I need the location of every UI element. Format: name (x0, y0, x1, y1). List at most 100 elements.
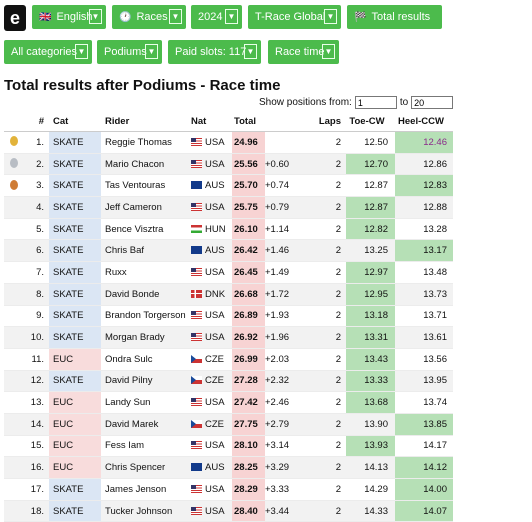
rider-cell[interactable]: Brandon Torgerson (101, 305, 191, 328)
nation-cell: USA (191, 153, 232, 176)
table-row[interactable]: 1. SKATE Reggie Thomas USA 24.96 2 12.50 12.46 (4, 131, 453, 154)
nation-cell: CZE (191, 370, 232, 393)
nation-cell: AUS (191, 174, 232, 198)
rider-cell[interactable]: Ruxx (101, 261, 191, 284)
races-select[interactable]: 🕐 Races ▼ (112, 5, 186, 29)
rider-cell[interactable]: Morgan Brady (101, 326, 191, 349)
series-select[interactable]: T-Race Global ▼ (248, 5, 341, 29)
table-row[interactable]: 2. SKATE Mario Chacon USA 25.56 +0.60 2 12.70 12… (4, 153, 453, 176)
paid-slots-select[interactable]: Paid slots: 117 ▼ (168, 40, 261, 64)
flag-icon (191, 181, 202, 190)
table-row[interactable]: 4. SKATE Jeff Cameron USA 25.75 +0.79 2 12.87 12… (4, 196, 453, 219)
rider-header[interactable]: Rider (101, 111, 191, 132)
view-select[interactable]: 🏁 Total results (347, 5, 442, 29)
table-row[interactable]: 14. EUC David Marek CZE 27.75 +2.79 2 13.90 13.8… (4, 413, 453, 436)
diff-cell: +3.44 (265, 500, 302, 522)
nation-code: AUS (205, 245, 225, 257)
table-row[interactable]: 16. EUC Chris Spencer AUS 28.25 +3.29 2 14.13 14… (4, 456, 453, 479)
year-select[interactable]: 2024 ▼ (191, 5, 242, 29)
flag-icon (191, 419, 202, 428)
table-row[interactable]: 6. SKATE Chris Baf AUS 26.42 +1.46 2 13.25 13.17 (4, 239, 453, 263)
rider-cell[interactable]: Landy Sun (101, 391, 191, 414)
position-to-input[interactable] (411, 96, 454, 109)
position-range: Show positions from: to (259, 96, 456, 109)
category-cell: SKATE (49, 500, 101, 522)
rider-cell[interactable]: Ondra Sulc (101, 348, 191, 371)
rider-cell[interactable]: James Jenson (101, 478, 191, 501)
toe-time-cell: 14.13 (346, 456, 395, 479)
laps-cell: 2 (302, 131, 346, 154)
laps-cell: 2 (302, 305, 346, 328)
rank-cell: 6. (23, 239, 49, 263)
rider-cell[interactable]: Tucker Johnson (101, 500, 191, 522)
rider-cell[interactable]: Chris Spencer (101, 456, 191, 479)
total-cell: 24.96 (232, 131, 265, 154)
mode-select[interactable]: Race time ▼ (268, 40, 339, 64)
table-row[interactable]: 17. SKATE James Jenson USA 28.29 +3.33 2 14.29 1… (4, 478, 453, 501)
table-row[interactable]: 13. EUC Landy Sun USA 27.42 +2.46 2 13.68 13.74 (4, 391, 453, 414)
table-row[interactable]: 18. SKATE Tucker Johnson USA 28.40 +3.44 2 14.3… (4, 500, 453, 522)
rider-cell[interactable]: Fess Iam (101, 435, 191, 458)
table-row[interactable]: 3. SKATE Tas Ventouras AUS 25.70 +0.74 2 12.87 1… (4, 174, 453, 198)
heel-time-cell: 14.17 (395, 435, 453, 458)
rider-cell[interactable]: Bence Visztra (101, 218, 191, 241)
rider-cell[interactable]: Reggie Thomas (101, 131, 191, 154)
toe-header[interactable]: Toe-CW (346, 111, 395, 132)
total-cell: 26.68 (232, 283, 265, 306)
rank-header[interactable]: # (23, 111, 49, 132)
toe-time-cell: 12.70 (346, 153, 395, 176)
table-row[interactable]: 12. SKATE David Pilny CZE 27.28 +2.32 2 13.33 13… (4, 370, 453, 393)
races-label: Races (136, 11, 168, 23)
diff-cell: +1.93 (265, 305, 302, 328)
total-header[interactable]: Total (232, 111, 265, 132)
year-label: 2024 (198, 11, 223, 23)
rank-cell: 11. (23, 348, 49, 371)
position-from-input[interactable] (354, 96, 397, 109)
heel-header[interactable]: Heel-CCW (395, 111, 453, 132)
nation-code: USA (205, 332, 225, 344)
category-select[interactable]: All categories ▼ (4, 40, 92, 64)
diff-cell: +2.79 (265, 413, 302, 436)
medal-header (4, 111, 23, 132)
rider-cell[interactable]: David Bonde (101, 283, 191, 306)
diff-cell: +0.60 (265, 153, 302, 176)
toe-time-cell: 14.33 (346, 500, 395, 522)
table-row[interactable]: 15. EUC Fess Iam USA 28.10 +3.14 2 13.93 14.17 (4, 435, 453, 458)
rider-cell[interactable]: Mario Chacon (101, 153, 191, 176)
table-row[interactable]: 10. SKATE Morgan Brady USA 26.92 +1.96 2 13.31 1… (4, 326, 453, 349)
rider-cell[interactable]: Chris Baf (101, 239, 191, 263)
category-cell: SKATE (49, 153, 101, 176)
nation-code: AUS (205, 462, 225, 474)
category-cell: SKATE (49, 370, 101, 393)
toe-time-cell: 13.25 (346, 239, 395, 263)
nation-cell: USA (191, 435, 232, 458)
table-row[interactable]: 9. SKATE Brandon Torgerson USA 26.89 +1.93 2 13… (4, 305, 453, 328)
flag-icon (191, 224, 202, 233)
cat-header[interactable]: Cat (49, 111, 101, 132)
nat-header[interactable]: Nat (191, 111, 232, 132)
language-select[interactable]: 🇬🇧 English ▼ (32, 5, 106, 29)
table-row[interactable]: 11. EUC Ondra Sulc CZE 26.99 +2.03 2 13.43 13.56 (4, 348, 453, 371)
rider-cell[interactable]: David Pilny (101, 370, 191, 393)
table-row[interactable]: 8. SKATE David Bonde DNK 26.68 +1.72 2 12.95 13.… (4, 283, 453, 306)
medal-cell (4, 283, 23, 306)
table-row[interactable]: 7. SKATE Ruxx USA 26.45 +1.49 2 12.97 13.48 (4, 261, 453, 284)
table-row[interactable]: 5. SKATE Bence Visztra HUN 26.10 +1.14 2 12.82 1… (4, 218, 453, 241)
total-cell: 27.75 (232, 413, 265, 436)
total-cell: 28.25 (232, 456, 265, 479)
rider-cell[interactable]: Jeff Cameron (101, 196, 191, 219)
laps-cell: 2 (302, 456, 346, 479)
laps-header[interactable]: Laps (302, 111, 346, 132)
site-logo[interactable]: e (4, 5, 26, 31)
chevron-down-icon: ▼ (244, 44, 257, 59)
laps-cell: 2 (302, 174, 346, 198)
nation-cell: AUS (191, 239, 232, 263)
stage-select[interactable]: Podiums ▼ (97, 40, 162, 64)
rank-cell: 5. (23, 218, 49, 241)
nation-code: CZE (205, 418, 224, 430)
rider-cell[interactable]: Tas Ventouras (101, 174, 191, 198)
total-cell: 28.10 (232, 435, 265, 458)
chevron-down-icon: ▼ (225, 9, 238, 24)
rider-cell[interactable]: David Marek (101, 413, 191, 436)
category-cell: SKATE (49, 174, 101, 198)
